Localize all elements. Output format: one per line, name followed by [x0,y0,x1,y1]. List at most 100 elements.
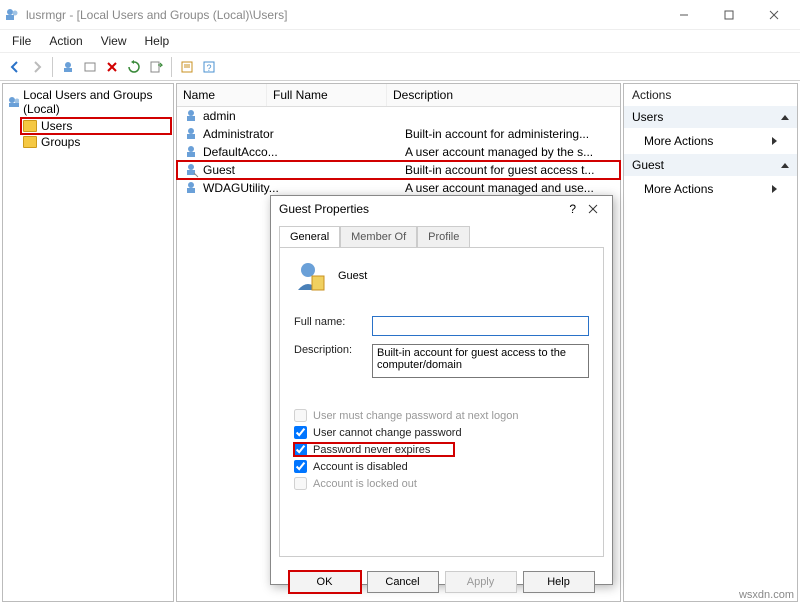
actions-guest-label: Guest [632,158,664,172]
tree-groups-label: Groups [41,135,80,149]
chk-label: Password never expires [313,444,430,456]
more-actions-guest[interactable]: More Actions [624,176,797,202]
col-fullname[interactable]: Full Name [267,84,387,106]
cancel-button[interactable]: Cancel [367,571,439,593]
collapse-icon [781,163,789,168]
svg-text:?: ? [206,63,211,73]
toolbar: ? [0,53,800,81]
new-user-icon[interactable] [57,56,79,78]
folder-icon [23,120,37,132]
refresh-icon[interactable] [123,56,145,78]
forward-button[interactable] [26,56,48,78]
list-row[interactable]: admin [177,107,620,125]
dialog-close-button[interactable] [582,204,604,214]
tab-general[interactable]: General [279,226,340,247]
checkbox[interactable] [294,443,307,456]
menu-file[interactable]: File [4,32,39,50]
cell-name: DefaultAcco... [201,144,283,160]
col-description[interactable]: Description [387,84,620,106]
chk-label: Account is locked out [313,478,417,490]
dialog-tabs: General Member Of Profile [279,226,604,247]
user-icon [183,126,199,142]
apply-button[interactable]: Apply [445,571,517,593]
cell-name: admin [201,108,283,124]
more-actions-users[interactable]: More Actions [624,128,797,154]
chk-label: Account is disabled [313,461,408,473]
actions-section-users[interactable]: Users [624,106,797,128]
user-icon [183,108,199,124]
tab-body: Guest Full name: Description: User must … [279,247,604,557]
folder-icon [23,136,37,148]
list-row[interactable]: Administrator Built-in account for admini… [177,125,620,143]
cell-name: WDAGUtility... [201,180,283,196]
menu-bar: File Action View Help [0,30,800,53]
actions-section-guest[interactable]: Guest [624,154,797,176]
cell-name: Administrator [201,126,283,142]
description-label: Description: [294,344,372,356]
cell-fullname [283,162,403,178]
checkbox[interactable] [294,460,307,473]
col-name[interactable]: Name [177,84,267,106]
dialog-buttons: OK Cancel Apply Help [271,565,612,601]
checkbox[interactable] [294,426,307,439]
chk-cannot-change[interactable]: User cannot change password [294,426,589,439]
back-button[interactable] [4,56,26,78]
view-console-icon[interactable] [79,56,101,78]
properties-icon[interactable] [176,56,198,78]
user-icon [183,180,199,196]
collapse-icon [781,115,789,120]
title-bar: lusrmgr - [Local Users and Groups (Local… [0,0,800,30]
cell-name: Guest [201,162,283,178]
chevron-right-icon [772,185,777,193]
dialog-help-button[interactable]: ? [563,202,582,216]
chk-disabled[interactable]: Account is disabled [294,460,589,473]
tree-panel: Local Users and Groups (Local) Users Gro… [2,83,174,602]
tree-root-label: Local Users and Groups (Local) [23,88,169,116]
chk-locked-out: Account is locked out [294,477,589,490]
fullname-input[interactable] [372,316,589,336]
checkbox [294,477,307,490]
cell-description [403,108,620,124]
list-row[interactable]: Guest Built-in account for guest access t… [177,161,620,179]
tree-groups[interactable]: Groups [21,134,171,150]
users-groups-icon [7,95,19,109]
cell-fullname [283,108,403,124]
help-icon[interactable]: ? [198,56,220,78]
close-button[interactable] [751,1,796,29]
cell-fullname [283,180,403,196]
minimize-button[interactable] [661,1,706,29]
actions-users-label: Users [632,110,663,124]
cell-description: Built-in account for guest access t... [403,162,620,178]
tab-profile[interactable]: Profile [417,226,470,247]
user-icon [183,162,199,178]
help-button[interactable]: Help [523,571,595,593]
properties-dialog: Guest Properties ? General Member Of Pro… [270,195,613,585]
maximize-button[interactable] [706,1,751,29]
list-row[interactable]: DefaultAcco... A user account managed by … [177,143,620,161]
chk-never-expires[interactable]: Password never expires [294,443,454,456]
ok-button[interactable]: OK [289,571,361,593]
cell-description: A user account managed by the s... [403,144,620,160]
cell-description: Built-in account for administering... [403,126,620,142]
tree-users-label: Users [41,119,72,133]
delete-icon[interactable] [101,56,123,78]
more-actions-label: More Actions [644,134,713,148]
tree-users[interactable]: Users [21,118,171,134]
export-icon[interactable] [145,56,167,78]
more-actions-label: More Actions [644,182,713,196]
description-input[interactable] [372,344,589,378]
app-icon [4,7,20,23]
tree-root[interactable]: Local Users and Groups (Local) [5,86,171,118]
menu-help[interactable]: Help [137,32,178,50]
user-icon [183,144,199,160]
chk-label: User cannot change password [313,427,462,439]
menu-action[interactable]: Action [41,32,90,50]
tab-member-of[interactable]: Member Of [340,226,417,247]
chk-label: User must change password at next logon [313,410,518,422]
actions-title: Actions [624,84,797,106]
checkbox [294,409,307,422]
cell-description: A user account managed and use... [403,180,620,196]
chk-must-change: User must change password at next logon [294,409,589,422]
dialog-title: Guest Properties [279,202,563,216]
menu-view[interactable]: View [93,32,135,50]
